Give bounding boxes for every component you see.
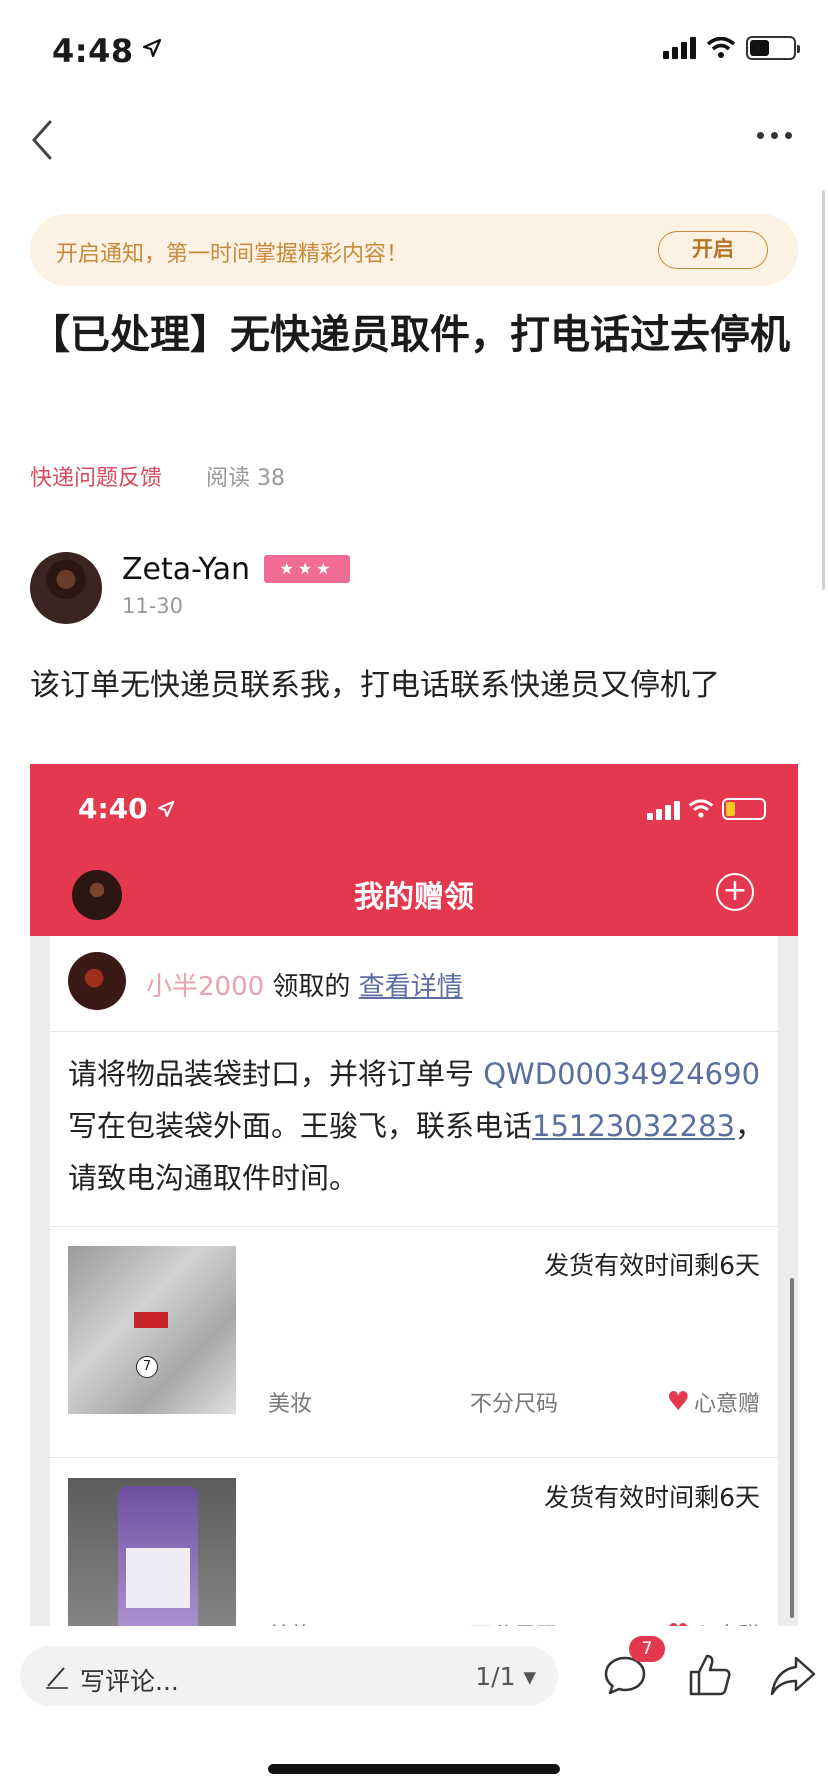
item-image — [68, 1478, 236, 1626]
enable-notification-button[interactable]: 开启 — [658, 231, 768, 269]
item-size: 不分尺码 — [470, 1618, 558, 1626]
status-time: 4:48 — [52, 28, 162, 70]
order-number: QWD00034924690 — [483, 1057, 761, 1091]
post-image[interactable]: 4:40 我的赠领 + 小半2000 领取的 查看详情 请将物品装袋封口，并将订… — [30, 764, 798, 1626]
screenshot-header: 4:40 我的赠领 + — [30, 764, 798, 936]
read-count: 阅读 38 — [206, 466, 285, 491]
phone-number: 15123032283 — [532, 1109, 735, 1143]
pen-icon — [46, 1667, 68, 1689]
comment-input[interactable]: 写评论... 1/1 ▾ — [20, 1646, 558, 1706]
claimer-avatar — [68, 952, 126, 1010]
comment-placeholder: 写评论... — [80, 1667, 179, 1696]
page-indicator[interactable]: 1/1 ▾ — [475, 1662, 536, 1691]
claimed-label: 领取的 — [264, 972, 359, 1002]
item-category: 美妆 — [268, 1392, 313, 1417]
ship-time: 发货有效时间剩6天 — [544, 1483, 760, 1512]
wifi-icon — [688, 799, 714, 818]
comment-count-badge: 7 — [629, 1636, 665, 1662]
bottom-toolbar: 写评论... 1/1 ▾ 7 — [0, 1626, 828, 1792]
claim-row: 小半2000 领取的 查看详情 — [50, 936, 778, 1032]
item-image: 7 — [68, 1246, 236, 1414]
heart-icon: ♥ — [666, 1387, 690, 1417]
gift-type: ♥心意赠 — [667, 1618, 760, 1626]
notification-banner: 开启通知，第一时间掌握精彩内容！ 开启 — [30, 214, 798, 286]
post-date: 11-30 — [122, 594, 184, 618]
gift-label: 心意赠 — [694, 1618, 760, 1626]
gift-label: 心意赠 — [693, 1392, 760, 1417]
msg-part1: 请将物品装袋封口，并将订单号 — [68, 1057, 484, 1091]
battery-charging-icon — [722, 798, 766, 820]
screenshot-title: 我的赠领 — [354, 880, 474, 915]
screenshot-status-icons — [647, 798, 766, 820]
gift-item: 7 发货有效时间剩6天 美妆 不分尺码 ♥ 心意赠 — [50, 1228, 778, 1458]
home-indicator[interactable] — [268, 1764, 560, 1774]
location-arrow-icon — [158, 800, 175, 818]
ship-time: 发货有效时间剩6天 — [544, 1251, 760, 1280]
back-icon[interactable] — [28, 118, 58, 162]
signal-icon — [647, 798, 680, 820]
location-arrow-icon — [142, 28, 162, 66]
author-level-badge: ★★★ — [264, 555, 350, 583]
screenshot-time: 4:40 — [78, 792, 175, 825]
post-title: 【已处理】无快递员取件，打电话过去停机 — [30, 312, 790, 358]
item-category: 美妆 — [268, 1618, 312, 1626]
post-category[interactable]: 快递问题反馈 — [30, 460, 162, 492]
post-body: 该订单无快递员联系我，打电话联系快递员又停机了 — [30, 668, 720, 703]
battery-icon — [746, 36, 800, 60]
wifi-icon — [706, 37, 736, 58]
gift-card: 小半2000 领取的 查看详情 请将物品装袋封口，并将订单号 QWD000349… — [50, 936, 778, 1626]
screenshot-scrollbar — [790, 1278, 794, 1618]
plus-icon: + — [716, 873, 754, 911]
item-size: 不分尺码 — [470, 1392, 559, 1417]
signal-icon — [663, 37, 696, 59]
gift-type: ♥心意赠 — [667, 1386, 760, 1418]
author-name[interactable]: Zeta-Yan — [122, 552, 250, 587]
view-details-link: 查看详情 — [358, 972, 463, 1002]
msg-part2: 写在包装袋外面。王骏飞，联系电话 — [68, 1109, 533, 1143]
claim-text: 小半2000 领取的 查看详情 — [146, 966, 463, 1003]
more-icon[interactable] — [757, 132, 792, 139]
gift-item: 发货有效时间剩6天 美妆 不分尺码 ♥心意赠 — [50, 1460, 778, 1626]
like-icon[interactable] — [685, 1650, 735, 1700]
share-icon[interactable] — [768, 1650, 818, 1700]
status-icons — [663, 36, 800, 60]
author-avatar[interactable] — [30, 552, 102, 624]
notification-text: 开启通知，第一时间掌握精彩内容！ — [56, 242, 409, 267]
divider — [50, 1226, 778, 1227]
claimer-name: 小半2000 — [146, 972, 265, 1002]
page-scrollbar[interactable] — [822, 190, 825, 590]
pickup-message: 请将物品装袋封口，并将订单号 QWD00034924690 写在包装袋外面。王骏… — [68, 1048, 768, 1204]
